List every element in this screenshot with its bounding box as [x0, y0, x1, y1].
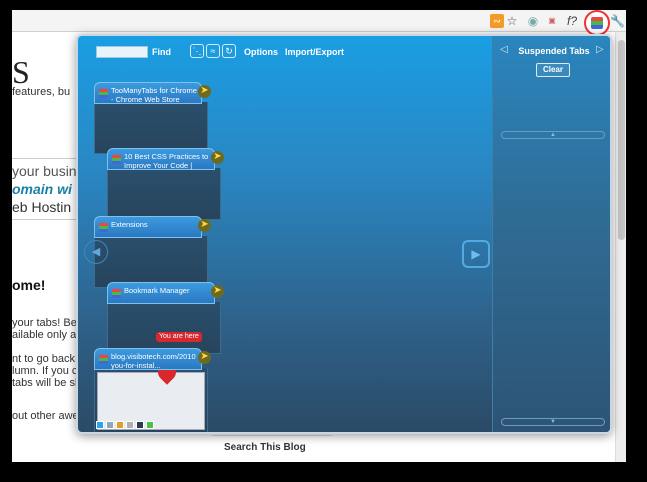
wrench-icon[interactable]: 🔧 [610, 14, 625, 28]
star-icon[interactable]: ☆ [505, 14, 519, 28]
toomanytabs-popup: Find ⋱ ≈ ↻ Options Import/Export TooMany… [76, 34, 612, 434]
tab-preview [107, 168, 221, 220]
welcome-heading: ome! [12, 277, 46, 293]
color-swatch[interactable] [106, 421, 114, 429]
scroll-up-icon[interactable]: ▲ [501, 131, 605, 139]
tab-header[interactable]: Extensions [94, 216, 202, 238]
banner-line: your busine [12, 163, 85, 179]
suspend-arrow-icon[interactable]: ➤ [198, 85, 211, 98]
search-blog-heading: Search This Blog [212, 435, 332, 462]
you-are-here-badge: You are here [156, 332, 202, 342]
tab-header[interactable]: blog.visibotech.com/2010 you-for-instal.… [94, 348, 202, 370]
hosting-banner[interactable]: your busine omain wi eb Hostin [12, 158, 85, 220]
suspended-tabs-title: Suspended Tabs [518, 46, 590, 56]
find-button[interactable]: Find [152, 47, 171, 57]
options-link[interactable]: Options [244, 47, 278, 57]
scroll-down-icon[interactable]: ▼ [501, 418, 605, 426]
tab-title: Bookmark Manager [124, 286, 190, 295]
background-text: features, bu [12, 86, 71, 98]
color-swatch[interactable] [146, 421, 154, 429]
tab-header[interactable]: TooManyTabs for Chrome - Chrome Web Stor… [94, 82, 202, 104]
tab-preview [107, 302, 221, 354]
next-page-icon[interactable]: ▶ [462, 240, 490, 268]
toomanytabs-extension-button[interactable] [584, 10, 610, 36]
browser-window: ∾ ☆ ◉ ▣ f? 🔧 S features, bu your busine … [12, 10, 626, 462]
tab-title: 10 Best CSS Practices to Improve Your Co… [124, 152, 209, 170]
find-input[interactable] [96, 46, 148, 58]
wave-icon[interactable]: ≈ [206, 44, 220, 58]
color-swatch[interactable] [126, 421, 134, 429]
side-next-icon[interactable]: ▷ [596, 44, 604, 55]
tab-card[interactable]: Extensions ➤ [94, 216, 212, 288]
favicon-icon [112, 289, 121, 298]
tab-title: blog.visibotech.com/2010 you-for-instal.… [111, 352, 196, 370]
banner-line: eb Hostin [12, 199, 72, 215]
banner-line: omain wi [12, 181, 72, 197]
color-swatch[interactable] [96, 421, 104, 429]
previous-page-icon[interactable]: ◀ [84, 240, 108, 264]
extension-icon [591, 17, 603, 29]
suspend-arrow-icon[interactable]: ➤ [198, 351, 211, 364]
tab-header[interactable]: Bookmark Manager [107, 282, 215, 304]
page-scrollbar[interactable] [615, 32, 626, 462]
suspend-arrow-icon[interactable]: ➤ [211, 285, 224, 298]
import-export-link[interactable]: Import/Export [285, 47, 344, 57]
suspend-arrow-icon[interactable]: ➤ [211, 151, 224, 164]
tab-card[interactable]: 10 Best CSS Practices to Improve Your Co… [107, 148, 225, 220]
pdf-icon[interactable]: ▣ [545, 14, 559, 28]
suspended-tabs-panel: ◁ Suspended Tabs ▷ Clear ▲ ▼ [492, 36, 610, 432]
browser-toolbar: ∾ ☆ ◉ ▣ f? 🔧 [12, 10, 626, 36]
tab-card[interactable]: TooManyTabs for Chrome - Chrome Web Stor… [94, 82, 212, 154]
favicon-icon [99, 89, 108, 98]
favicon-icon [99, 355, 108, 364]
scrollbar-thumb[interactable] [618, 40, 625, 240]
suspend-arrow-icon[interactable]: ➤ [198, 219, 211, 232]
color-swatches [96, 416, 156, 432]
color-swatch[interactable] [136, 421, 144, 429]
layout-icon[interactable]: ⋱ [190, 44, 204, 58]
favicon-icon [112, 155, 121, 164]
rss-icon[interactable]: ∾ [490, 14, 504, 28]
tab-preview [94, 236, 208, 288]
tab-preview [94, 102, 208, 154]
tab-header[interactable]: 10 Best CSS Practices to Improve Your Co… [107, 148, 215, 170]
tab-title: Extensions [111, 220, 148, 229]
color-swatch[interactable] [116, 421, 124, 429]
tab-card[interactable]: Bookmark Manager ➤ [107, 282, 225, 354]
favicon-icon [99, 223, 108, 232]
function-icon[interactable]: f? [565, 14, 579, 28]
clear-button[interactable]: Clear [536, 63, 570, 77]
refresh-icon[interactable]: ↻ [222, 44, 236, 58]
cookie-icon[interactable]: ◉ [526, 14, 540, 28]
tab-title: TooManyTabs for Chrome - Chrome Web Stor… [111, 86, 197, 104]
